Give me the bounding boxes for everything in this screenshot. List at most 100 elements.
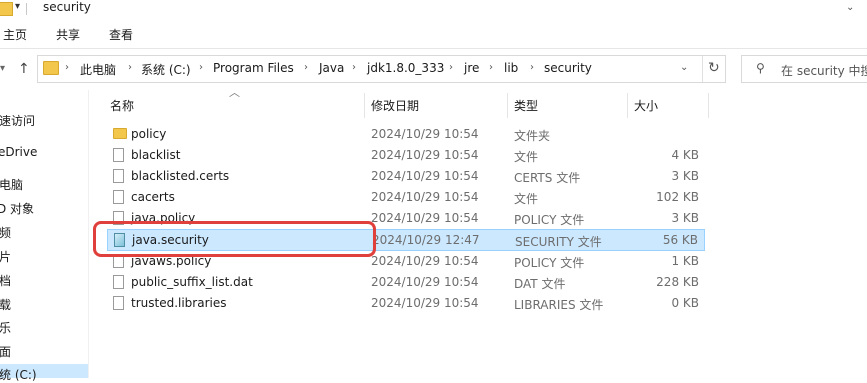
crumb-jre[interactable]: jre — [464, 61, 479, 75]
chevron-right-icon[interactable]: › — [199, 62, 203, 73]
file-name: cacerts — [131, 190, 175, 204]
tab-view[interactable]: 查看 — [109, 26, 133, 43]
nav-item-desktop[interactable]: 面 — [0, 343, 11, 360]
crumb-java[interactable]: Java — [319, 61, 344, 75]
title-bar — [0, 0, 867, 20]
file-type: POLICY 文件 — [514, 213, 585, 227]
nav-item-system-c[interactable]: 统 (C:) — [0, 366, 37, 383]
address-folder-icon — [43, 61, 59, 75]
file-type: SECURITY 文件 — [515, 235, 602, 249]
chevron-right-icon[interactable]: › — [304, 62, 308, 73]
file-icon — [113, 148, 124, 162]
nav-item-this-pc[interactable]: 电脑 — [0, 176, 23, 193]
file-date: 2024/10/29 10:54 — [371, 148, 479, 162]
column-header-type[interactable]: 类型 — [514, 97, 538, 114]
file-icon — [113, 169, 124, 183]
file-name: blacklist — [131, 148, 181, 162]
nav-item-music[interactable]: 乐 — [0, 319, 11, 336]
folder-icon — [113, 128, 127, 139]
file-date: 2024/10/29 10:54 — [371, 275, 479, 289]
file-size: 228 KB — [656, 275, 699, 289]
chevron-right-icon[interactable]: › — [352, 62, 356, 73]
file-icon — [113, 275, 124, 289]
file-icon — [113, 190, 124, 204]
sort-ascending-icon: ︿ — [229, 86, 240, 99]
file-row-blacklist[interactable]: blacklist 2024/10/29 10:54 文件 4 KB — [107, 145, 705, 166]
file-type: LIBRARIES 文件 — [514, 298, 604, 312]
column-divider[interactable] — [364, 93, 365, 118]
file-type: 文件夹 — [514, 129, 551, 143]
file-size: 3 KB — [671, 169, 699, 183]
nav-item-downloads[interactable]: 载 — [0, 296, 11, 313]
crumb-program-files[interactable]: Program Files — [213, 61, 294, 75]
column-divider[interactable] — [708, 93, 709, 118]
file-date: 2024/10/29 10:54 — [371, 190, 479, 204]
folder-icon — [0, 2, 13, 16]
window-title: security — [43, 0, 91, 14]
annotation-highlight-box — [93, 221, 376, 257]
address-divider — [702, 56, 703, 82]
chevron-right-icon[interactable]: › — [530, 62, 534, 73]
crumb-this-pc[interactable]: 此电脑 — [80, 61, 116, 78]
nav-item-quick-access[interactable]: 速访问 — [0, 112, 35, 129]
file-row-cacerts[interactable]: cacerts 2024/10/29 10:54 文件 102 KB — [107, 187, 705, 208]
file-name: public_suffix_list.dat — [131, 275, 253, 289]
column-divider[interactable] — [627, 93, 628, 118]
file-date: 2024/10/29 10:54 — [371, 296, 479, 310]
file-date: 2024/10/29 10:54 — [371, 169, 479, 183]
chevron-right-icon[interactable]: › — [489, 62, 493, 73]
title-divider — [26, 3, 27, 15]
refresh-icon[interactable]: ↻ — [708, 60, 720, 76]
nav-item-onedrive[interactable]: eDrive — [0, 145, 37, 159]
file-date: 2024/10/29 10:54 — [371, 211, 479, 225]
ribbon-expand-icon[interactable]: ⌄ — [846, 2, 854, 13]
nav-pane-divider — [88, 90, 89, 378]
file-type: CERTS 文件 — [514, 171, 581, 185]
file-size: 102 KB — [656, 190, 699, 204]
tab-home[interactable]: 主页 — [3, 26, 27, 43]
file-type: 文件 — [514, 150, 539, 164]
file-size: 0 KB — [671, 296, 699, 310]
recent-locations-icon[interactable]: ▾ — [0, 63, 5, 74]
file-date: 2024/10/29 10:54 — [371, 254, 479, 268]
nav-item-videos[interactable]: 频 — [0, 224, 11, 241]
file-name: policy — [131, 127, 167, 141]
nav-item-pictures[interactable]: 片 — [0, 248, 11, 265]
file-icon — [113, 296, 124, 310]
file-type: DAT 文件 — [514, 277, 566, 291]
file-size: 3 KB — [671, 211, 699, 225]
chevron-right-icon[interactable]: › — [128, 62, 132, 73]
file-date: 2024/10/29 12:47 — [372, 233, 480, 247]
chevron-right-icon[interactable]: › — [65, 62, 69, 73]
file-name: trusted.libraries — [131, 296, 227, 310]
file-size: 1 KB — [671, 254, 699, 268]
nav-item-documents[interactable]: 档 — [0, 272, 11, 289]
up-arrow-icon[interactable]: ↑ — [18, 61, 30, 77]
crumb-lib[interactable]: lib — [504, 61, 518, 75]
address-history-dropdown-icon[interactable]: ⌄ — [680, 62, 688, 73]
file-size: 4 KB — [671, 148, 699, 162]
crumb-system-c[interactable]: 系统 (C:) — [141, 61, 191, 78]
crumb-jdk[interactable]: jdk1.8.0_333 — [367, 61, 444, 75]
ribbon-divider — [0, 48, 867, 49]
column-header-name[interactable]: 名称 — [110, 97, 134, 114]
file-name: blacklisted.certs — [131, 169, 230, 183]
file-row-blacklisted-certs[interactable]: blacklisted.certs 2024/10/29 10:54 CERTS… — [107, 166, 705, 187]
chevron-right-icon[interactable]: › — [449, 62, 453, 73]
file-type: 文件 — [514, 192, 539, 206]
file-size: 56 KB — [662, 233, 698, 247]
file-date: 2024/10/29 10:54 — [371, 127, 479, 141]
search-icon: ⚲ — [756, 61, 765, 75]
file-row-trusted-libraries[interactable]: trusted.libraries 2024/10/29 10:54 LIBRA… — [107, 293, 705, 314]
quick-access-dropdown-icon[interactable]: ▾ — [15, 1, 20, 12]
file-row-policy[interactable]: policy 2024/10/29 10:54 文件夹 — [107, 124, 705, 145]
column-header-date[interactable]: 修改日期 — [371, 97, 419, 114]
column-divider[interactable] — [507, 93, 508, 118]
column-header-size[interactable]: 大小 — [634, 97, 658, 114]
file-type: POLICY 文件 — [514, 256, 585, 270]
search-placeholder[interactable]: 在 security 中搜 — [781, 62, 867, 79]
file-row-public-suffix-list[interactable]: public_suffix_list.dat 2024/10/29 10:54 … — [107, 272, 705, 293]
tab-share[interactable]: 共享 — [56, 26, 80, 43]
crumb-security[interactable]: security — [544, 61, 592, 75]
nav-item-3d-objects[interactable]: D 对象 — [0, 200, 34, 217]
